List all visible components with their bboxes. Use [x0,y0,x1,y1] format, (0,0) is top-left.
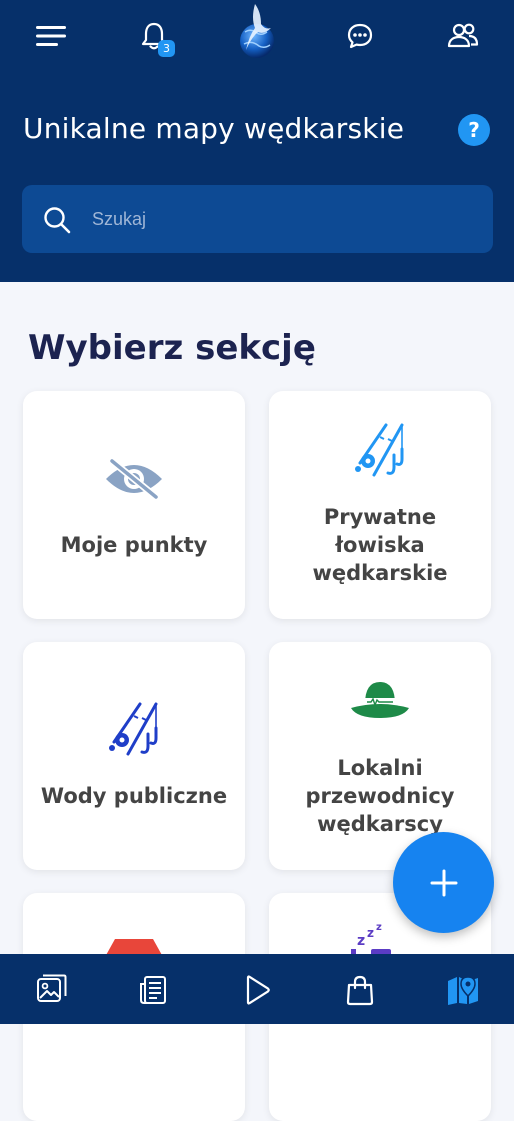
svg-text:z: z [376,922,382,933]
card-prywatne-lowiska[interactable]: Prywatne łowiska wędkarskie [269,391,491,619]
app-logo [231,2,283,64]
top-bar: 3 [0,0,514,72]
chat-button[interactable] [338,14,382,58]
search-input[interactable] [92,185,472,253]
guide-hat-icon [351,682,409,718]
sleep-icon: z z z [351,922,391,957]
marlin-globe-logo [240,4,274,58]
section-title: Wybierz sekcję [28,328,316,368]
app-header: 3 Unikalne mapy wędkarskie ? Szukaj [0,0,514,282]
friends-button[interactable] [441,14,485,58]
search-icon [44,207,71,234]
nav-news[interactable] [134,970,174,1010]
card-label: Moje punkty [60,533,208,557]
news-icon [140,976,166,1004]
shopping-bag-icon [346,975,374,1006]
search-bar[interactable] [22,185,493,253]
svg-text:z: z [357,933,365,949]
map-pin-icon [448,976,478,1005]
card-moje-punkty[interactable]: Moje punkty [23,391,245,619]
card-wody-publiczne[interactable]: Wody publiczne [23,642,245,870]
plus-icon [430,869,457,896]
nav-video[interactable] [237,970,277,1010]
add-button[interactable] [393,832,494,933]
nav-shop[interactable] [340,970,380,1010]
nav-maps[interactable] [443,970,483,1010]
bottom-navigation [0,954,514,1024]
notification-count-badge: 3 [158,40,175,57]
card-label: Lokalni przewodnicy wędkarscy [305,756,455,836]
eye-off-icon [106,457,162,501]
fishing-rods-icon [109,702,158,756]
help-button[interactable]: ? [458,114,490,146]
people-icon [447,23,479,48]
card-label: Prywatne łowiska wędkarskie [312,505,448,585]
card-label: Wody publiczne [40,784,228,808]
svg-text:z: z [367,926,374,940]
fishing-rods-icon [355,423,404,477]
play-icon [246,975,270,1005]
page-title: Unikalne mapy wędkarskie [23,112,405,145]
menu-button[interactable] [30,14,74,58]
hamburger-menu-icon [36,26,66,46]
gallery-icon [37,974,67,1002]
chat-bubble-icon [347,23,373,49]
nav-gallery[interactable] [31,970,71,1010]
notifications-button[interactable]: 3 [132,14,176,58]
